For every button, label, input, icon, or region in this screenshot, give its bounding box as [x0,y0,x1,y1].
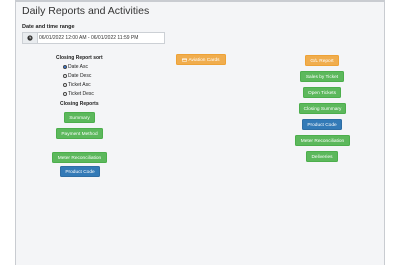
product-code-right-button[interactable]: Product Code [302,119,342,130]
aviation-cards-button[interactable]: Aviation Cards [176,54,226,65]
radio-icon[interactable] [63,91,67,96]
clock-icon[interactable] [23,33,38,43]
closing-summary-button[interactable]: Closing Summary [299,103,346,114]
radio-checked-icon[interactable] [63,64,67,69]
radio-icon[interactable] [63,73,67,78]
product-code-button[interactable]: Product Code [60,166,100,177]
open-tickets-button[interactable]: Open Tickets [303,87,341,98]
date-range-label: Date and time range [22,24,75,30]
gl-report-button[interactable]: G/L Report [305,55,339,66]
sort-option-date-desc[interactable]: Date Desc [63,72,91,79]
sort-option-ticket-desc[interactable]: Ticket Desc [63,90,94,97]
sort-option-label: Date Asc [68,63,89,70]
closing-report-sort-heading: Closing Report sort [56,55,103,61]
deliveries-button[interactable]: Deliveries [306,151,338,162]
sort-option-ticket-asc[interactable]: Ticket Asc [63,81,91,88]
sort-option-label: Ticket Asc [68,81,91,88]
summary-button[interactable]: Summary [64,112,95,123]
radio-icon[interactable] [63,82,67,87]
top-divider [16,0,384,2]
sort-option-label: Date Desc [68,72,92,79]
date-range-field[interactable]: 06/01/2022 12:00 AM - 06/01/2022 11:59 P… [22,32,165,44]
sort-option-date-asc[interactable]: Date Asc [63,63,88,70]
sales-by-ticket-button[interactable]: Sales by Ticket [300,71,344,82]
page-title: Daily Reports and Activities [22,5,150,17]
credit-card-icon [182,57,188,62]
date-range-input[interactable]: 06/01/2022 12:00 AM - 06/01/2022 11:59 P… [39,33,138,43]
sort-option-label: Ticket Desc [68,90,94,97]
meter-reconciliation-right-button[interactable]: Meter Reconciliation [295,135,350,146]
payment-method-button[interactable]: Payment Method [56,128,103,139]
meter-reconciliation-button[interactable]: Meter Reconciliation [52,152,107,163]
closing-reports-heading: Closing Reports [60,101,99,107]
reports-panel: Daily Reports and Activities Date and ti… [15,0,385,265]
aviation-cards-label: Aviation Cards [188,58,220,63]
